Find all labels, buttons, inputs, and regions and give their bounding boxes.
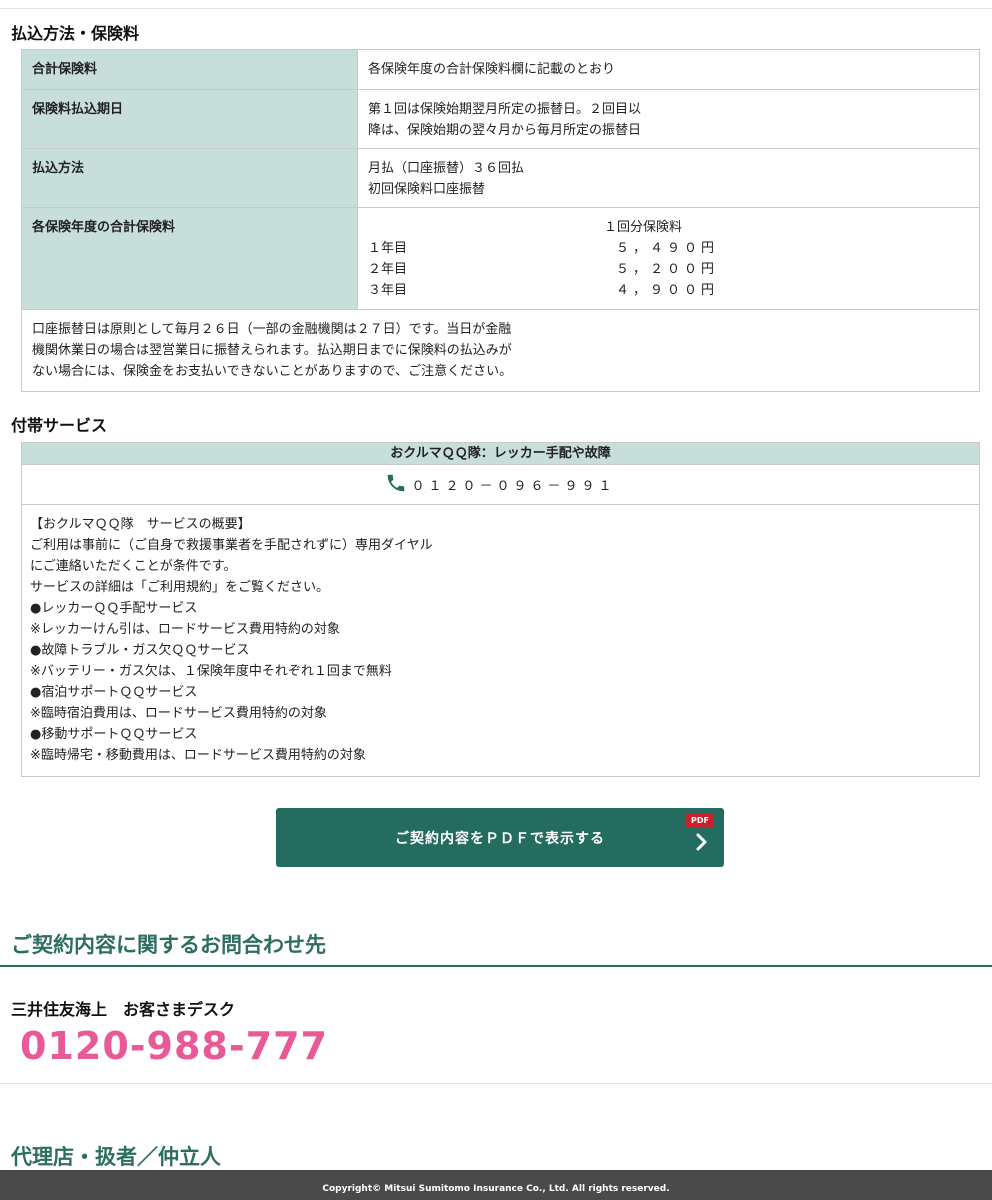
service-line: サービスの詳細は「ご利用規約」をご覧ください。	[30, 580, 330, 595]
service-line: ※臨時宿泊費用は、ロードサービス費用特約の対象	[30, 706, 327, 721]
row-value: 各保険年度の合計保険料欄に記載のとおり	[357, 49, 980, 90]
note-line: 口座振替日は原則として毎月２６日（一部の金融機関は２７日）です。当日が金融	[32, 322, 512, 337]
service-heading: おクルマＱＱ隊：レッカー手配や故障	[22, 443, 979, 465]
row-value: 第１回は保険始期翌月所定の振替日。２回目以 降は、保険始期の翌々月から毎月所定の…	[357, 89, 980, 149]
contact-desk-name: 三井住友海上 お客さまデスク	[11, 1000, 236, 1019]
copyright-text: Copyright© Mitsui Sumitomo Insurance Co.…	[322, 1184, 670, 1194]
service-line: ●故障トラブル・ガス欠ＱＱサービス	[30, 643, 250, 658]
yearly-premium-value: １回分保険料 １年目 ５，４９０円 ２年目 ５，２００円 ３年目 ４，９００円	[357, 207, 980, 310]
services-section-title: 付帯サービス	[11, 416, 108, 435]
service-line: ●移動サポートＱＱサービス	[30, 727, 198, 742]
value-line: 月払（口座振替）３６回払	[368, 161, 525, 176]
year-label: ３年目	[368, 283, 408, 298]
premium-year-row: ２年目 ５，２００円	[368, 259, 969, 280]
year-label: ２年目	[368, 262, 408, 277]
value-line: 降は、保険始期の翌々月から毎月所定の振替日	[368, 123, 642, 138]
service-phone[interactable]: ０１２０－０９６－９９１	[22, 465, 979, 505]
agency-section-title: 代理店・扱者／仲立人	[11, 1145, 221, 1169]
premium-year-row: １年目 ５，４９０円	[368, 238, 969, 259]
payment-section-title: 払込方法・保険料	[11, 24, 140, 43]
payment-table: 合計保険料 各保険年度の合計保険料欄に記載のとおり 保険料払込期日 第１回は保険…	[21, 49, 980, 392]
row-label: 各保険年度の合計保険料	[21, 207, 358, 310]
contact-section-title: ご契約内容に関するお問合わせ先	[11, 933, 326, 957]
phone-icon	[385, 472, 407, 498]
table-row: 各保険年度の合計保険料 １回分保険料 １年目 ５，４９０円 ２年目 ５，２００円…	[21, 207, 980, 310]
table-row: 合計保険料 各保険年度の合計保険料欄に記載のとおり	[21, 49, 980, 90]
service-description: 【おクルマＱＱ隊 サービスの概要】 ご利用は事前に（ご自身で救援事業者を手配され…	[22, 505, 979, 776]
note-line: 機関休業日の場合は翌営業日に振替えられます。払込期日までに保険料の払込みが	[32, 343, 512, 358]
contact-phone-number[interactable]: 0120-988-777	[20, 1024, 328, 1068]
row-value: 月払（口座振替）３６回払 初回保険料口座振替	[357, 148, 980, 208]
service-line: ※臨時帰宅・移動費用は、ロードサービス費用特約の対象	[30, 748, 366, 763]
premium-column-header: １回分保険料	[604, 220, 683, 235]
contact-bottom-divider	[0, 1083, 992, 1084]
value-line: 各保険年度の合計保険料欄に記載のとおり	[368, 62, 616, 77]
table-row: 口座振替日は原則として毎月２６日（一部の金融機関は２７日）です。当日が金融 機関…	[21, 309, 980, 392]
footer: Copyright© Mitsui Sumitomo Insurance Co.…	[0, 1170, 992, 1200]
value-line: 第１回は保険始期翌月所定の振替日。２回目以	[368, 102, 642, 117]
service-phone-number: ０１２０－０９６－９９１	[411, 479, 616, 494]
pdf-badge: PDF	[686, 814, 714, 828]
service-line: にご連絡いただくことが条件です。	[30, 559, 237, 574]
contact-divider	[0, 965, 992, 967]
service-line: ご利用は事前に（ご自身で救援事業者を手配されずに）専用ダイヤル	[30, 538, 433, 553]
view-pdf-button[interactable]: ご契約内容をＰＤＦで表示する PDF	[276, 808, 724, 867]
note-line: ない場合には、保険金をお支払いできないことがありますので、ご注意ください。	[32, 364, 513, 379]
service-box: おクルマＱＱ隊：レッカー手配や故障 ０１２０－０９６－９９１ 【おクルマＱＱ隊 …	[21, 442, 980, 777]
year-amount: ５，２００円	[615, 262, 718, 277]
service-line: ●宿泊サポートＱＱサービス	[30, 685, 198, 700]
row-label: 合計保険料	[21, 49, 358, 90]
top-divider	[0, 8, 992, 9]
chevron-right-icon	[696, 833, 707, 851]
service-line: ※レッカーけん引は、ロードサービス費用特約の対象	[30, 622, 340, 637]
service-line: ●レッカーＱＱ手配サービス	[30, 601, 198, 616]
service-line: 【おクルマＱＱ隊 サービスの概要】	[30, 517, 251, 532]
row-label: 保険料払込期日	[21, 89, 358, 149]
year-amount: ４，９００円	[615, 283, 718, 298]
row-label: 払込方法	[21, 148, 358, 208]
year-label: １年目	[368, 241, 408, 256]
year-amount: ５，４９０円	[615, 241, 718, 256]
view-pdf-button-label: ご契約内容をＰＤＦで表示する	[395, 831, 605, 847]
service-line: ※バッテリー・ガス欠は、１保険年度中それぞれ１回まで無料	[30, 664, 392, 679]
payment-note: 口座振替日は原則として毎月２６日（一部の金融機関は２７日）です。当日が金融 機関…	[21, 309, 980, 392]
table-row: 払込方法 月払（口座振替）３６回払 初回保険料口座振替	[21, 148, 980, 208]
table-row: 保険料払込期日 第１回は保険始期翌月所定の振替日。２回目以 降は、保険始期の翌々…	[21, 89, 980, 149]
premium-year-row: ３年目 ４，９００円	[368, 280, 969, 301]
value-line: 初回保険料口座振替	[368, 182, 486, 197]
